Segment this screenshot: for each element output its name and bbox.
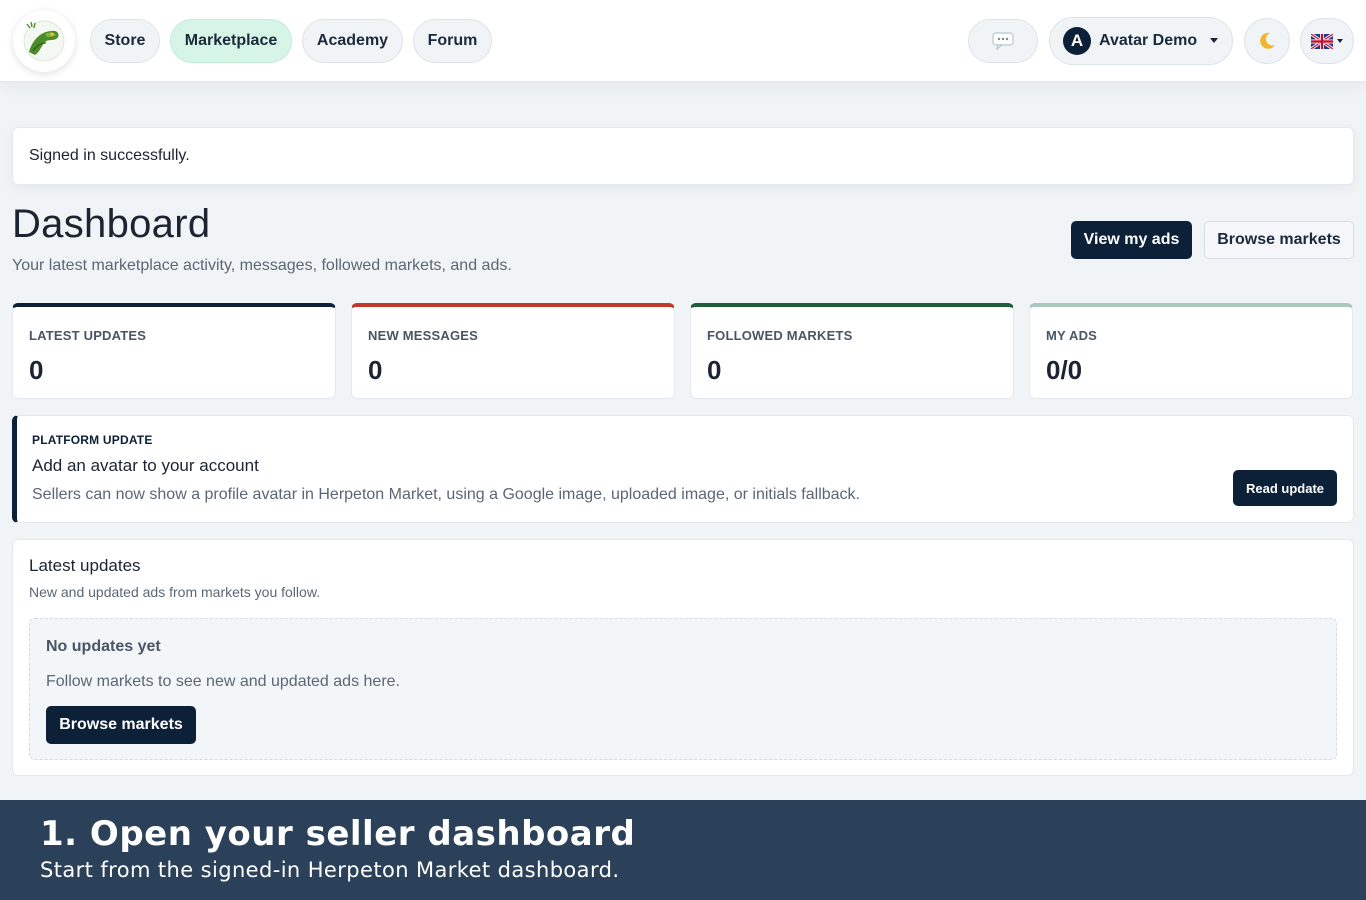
stat-card-latest-updates: LATEST UPDATES 0 [12, 303, 336, 399]
user-name: Avatar Demo [1099, 32, 1198, 49]
avatar: A [1063, 27, 1091, 55]
stat-value: 0 [707, 355, 722, 385]
page-subtitle: Your latest marketplace activity, messag… [12, 257, 512, 274]
nav-marketplace-label: Marketplace [184, 32, 278, 49]
stat-label: LATEST UPDATES [29, 328, 147, 343]
flash-notice: Signed in successfully. [12, 127, 1354, 185]
stat-card-new-messages: NEW MESSAGES 0 [351, 303, 675, 399]
flash-message: Signed in successfully. [29, 147, 190, 164]
nav-academy-label: Academy [316, 32, 389, 49]
top-navigation-bar: Store Marketplace Academy Forum A Avatar… [0, 0, 1366, 82]
page-title: Dashboard [12, 202, 211, 246]
view-my-ads-button[interactable]: View my ads [1071, 221, 1192, 259]
gecko-logo-graphic [23, 20, 65, 62]
crescent-moon-icon [1260, 32, 1275, 49]
empty-state: No updates yet Follow markets to see new… [29, 618, 1337, 760]
caption-subtitle: Start from the signed-in Herpeton Market… [40, 858, 620, 882]
latest-updates-panel: Latest updates New and updated ads from … [12, 539, 1354, 776]
empty-state-browse-markets-button[interactable]: Browse markets [46, 706, 196, 744]
tutorial-caption: 1. Open your seller dashboard Start from… [0, 800, 1366, 900]
stat-label: FOLLOWED MARKETS [707, 328, 853, 343]
stat-card-followed-markets: FOLLOWED MARKETS 0 [690, 303, 1014, 399]
theme-toggle-button[interactable] [1244, 18, 1290, 64]
nav-store[interactable]: Store [90, 19, 160, 63]
stat-label: NEW MESSAGES [368, 328, 479, 343]
stat-card-my-ads: MY ADS 0/0 [1029, 303, 1353, 399]
messages-button[interactable] [968, 19, 1038, 63]
nav-marketplace[interactable]: Marketplace [170, 19, 292, 63]
stat-value: 0/0 [1046, 355, 1083, 385]
stat-value: 0 [29, 355, 44, 385]
read-update-button[interactable]: Read update [1233, 470, 1337, 506]
nav-forum-label: Forum [427, 32, 478, 49]
nav-forum[interactable]: Forum [413, 19, 492, 63]
user-menu-button[interactable]: A Avatar Demo [1049, 17, 1233, 65]
platform-update-title: Add an avatar to your account [32, 456, 259, 475]
empty-state-text: Follow markets to see new and updated ad… [46, 673, 400, 690]
platform-update-description: Sellers can now show a profile avatar in… [32, 486, 860, 503]
caption-title: 1. Open your seller dashboard [40, 814, 636, 854]
browse-markets-button[interactable]: Browse markets [1204, 221, 1354, 259]
stat-value: 0 [368, 355, 383, 385]
uk-flag-icon [1311, 33, 1333, 49]
stat-label: MY ADS [1046, 328, 1098, 343]
nav-store-label: Store [104, 32, 146, 49]
platform-update-card: PLATFORM UPDATE Add an avatar to your ac… [12, 415, 1354, 523]
chevron-down-icon [1210, 38, 1218, 43]
chevron-down-icon [1337, 39, 1343, 43]
nav-academy[interactable]: Academy [302, 19, 403, 63]
latest-updates-subtitle: New and updated ads from markets you fol… [29, 584, 321, 600]
empty-state-title: No updates yet [46, 638, 161, 655]
platform-update-tag: PLATFORM UPDATE [32, 433, 153, 447]
language-selector[interactable] [1300, 18, 1354, 64]
chat-bubble-icon [992, 32, 1014, 50]
latest-updates-title: Latest updates [29, 556, 141, 575]
gecko-logo-icon[interactable] [13, 10, 75, 72]
